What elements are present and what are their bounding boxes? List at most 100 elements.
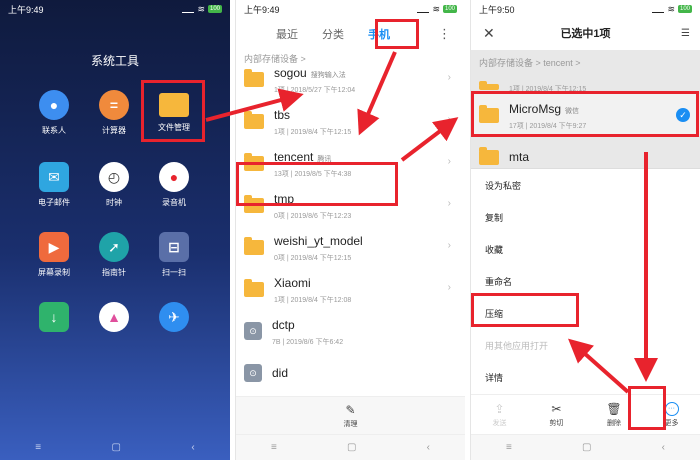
status-bar: 上午9:49 ≋ 100 bbox=[0, 0, 230, 18]
chevron-right-icon: › bbox=[447, 240, 451, 251]
battery-icon: 100 bbox=[207, 5, 222, 13]
list-item[interactable]: ⊙ dctp 7B | 2019/8/6 下午6:42 bbox=[236, 310, 465, 352]
clock-icon: ◴ bbox=[99, 162, 129, 192]
status-time: 上午9:49 bbox=[8, 4, 44, 15]
menu-item-set-private[interactable]: 设为私密 bbox=[471, 169, 700, 201]
menu-key-icon[interactable]: ≡ bbox=[271, 442, 277, 453]
app-calculator[interactable]: = 计算器 bbox=[84, 90, 144, 136]
folder-icon bbox=[244, 236, 264, 255]
menu-item-rename[interactable]: 重命名 bbox=[471, 265, 700, 297]
cut-button[interactable]: ✂ 剪切 bbox=[549, 402, 563, 428]
calculator-icon: = bbox=[99, 90, 129, 120]
wifi-icon: ≋ bbox=[667, 3, 675, 14]
bottom-toolbar: ✎ 清理 bbox=[236, 396, 465, 434]
signal-icon bbox=[182, 5, 195, 13]
battery-icon: 100 bbox=[442, 5, 457, 13]
battery-icon: 100 bbox=[677, 5, 692, 13]
tab-phone[interactable]: 手机 bbox=[368, 26, 390, 42]
file-icon: ⊙ bbox=[244, 364, 262, 382]
menu-item-copy[interactable]: 复制 bbox=[471, 201, 700, 233]
folder-icon bbox=[159, 93, 189, 117]
app-clock[interactable]: ◴ 时钟 bbox=[84, 162, 144, 208]
app-file-manager[interactable]: 文件管理 bbox=[144, 90, 204, 133]
mail-icon: ✉ bbox=[39, 162, 69, 192]
select-all-icon[interactable]: ☰ bbox=[681, 28, 690, 39]
tab-category[interactable]: 分类 bbox=[322, 26, 344, 42]
more-button[interactable]: ··· 更多 bbox=[664, 401, 679, 428]
list-item[interactable]: tbs 1项 | 2019/8/4 下午12:15 › bbox=[236, 100, 465, 142]
compass-icon: ➚ bbox=[99, 232, 129, 262]
chevron-right-icon: › bbox=[447, 114, 451, 125]
chevron-right-icon: › bbox=[447, 156, 451, 167]
menu-key-icon[interactable]: ≡ bbox=[506, 442, 512, 453]
phone-file-list: 上午9:49 ≋ 100 最近 分类 手机 ⋮ 内部存储设备 > sogou 搜狗… bbox=[235, 0, 465, 460]
menu-key-icon[interactable]: ≡ bbox=[35, 442, 41, 453]
trash-icon: 🗑 bbox=[606, 401, 622, 416]
home-key-icon[interactable]: ▢ bbox=[582, 442, 591, 453]
list-item-micromsg[interactable]: MicroMsg 微信 17项 | 2019/8/4 下午9:27 ✓ bbox=[471, 94, 700, 136]
selection-count: 已选中1项 bbox=[560, 28, 611, 40]
check-icon[interactable]: ✓ bbox=[676, 108, 690, 122]
back-key-icon[interactable]: ‹ bbox=[662, 442, 665, 453]
app-recorder[interactable]: ● 录音机 bbox=[144, 162, 204, 208]
folder-icon bbox=[244, 152, 264, 171]
app-email[interactable]: ✉ 电子邮件 bbox=[24, 162, 84, 208]
app-download[interactable]: ↓ bbox=[24, 302, 84, 332]
broom-icon: ✎ bbox=[345, 402, 356, 417]
home-key-icon[interactable]: ▢ bbox=[347, 442, 356, 453]
more-horiz-icon: ··· bbox=[664, 401, 679, 416]
menu-item-open-with: 用其他应用打开 bbox=[485, 340, 549, 351]
selection-header: ✕ 已选中1项 ☰ bbox=[471, 18, 700, 48]
status-bar: 上午9:49 ≋ 100 bbox=[236, 0, 465, 18]
app-flight[interactable]: ✈ bbox=[144, 302, 204, 332]
list-item[interactable]: ⊙ did bbox=[236, 352, 465, 394]
back-key-icon[interactable]: ‹ bbox=[427, 442, 430, 453]
menu-item-details[interactable]: 详情 bbox=[471, 361, 700, 393]
scan-icon: ⊟ bbox=[159, 232, 189, 262]
tab-recent[interactable]: 最近 bbox=[276, 26, 298, 42]
selection-toolbar: ⇪ 发送 ✂ 剪切 🗑 删除 ··· 更多 bbox=[471, 394, 700, 434]
status-bar: 上午9:50 ≋ 100 bbox=[471, 0, 700, 18]
nav-bar: ≡ ▢ ‹ bbox=[0, 434, 230, 460]
app-store-icon: ▲ bbox=[99, 302, 129, 332]
folder-title: 系统工具 bbox=[90, 54, 139, 68]
folder-icon bbox=[244, 194, 264, 213]
download-icon: ↓ bbox=[39, 302, 69, 332]
folder-icon bbox=[244, 278, 264, 297]
status-time: 上午9:50 bbox=[479, 4, 515, 15]
menu-item-compress[interactable]: 压缩 bbox=[471, 297, 700, 329]
phone-home-screen: 上午9:49 ≋ 100 系统工具 ● 联系人 = 计算器 文件管理 ✉ 电子邮… bbox=[0, 0, 230, 460]
list-item[interactable]: tmp 0项 | 2019/8/6 下午12:23 › bbox=[236, 184, 465, 226]
scissors-icon: ✂ bbox=[551, 401, 562, 416]
wifi-icon: ≋ bbox=[197, 3, 205, 14]
clean-button[interactable]: ✎ 清理 bbox=[344, 403, 358, 429]
list-item[interactable]: weishi_yt_model 0项 | 2019/8/4 下午12:15 › bbox=[236, 226, 465, 268]
status-time: 上午9:49 bbox=[244, 4, 280, 15]
list-item[interactable]: sogou 搜狗输入法 1项 | 2018/5/27 下午12:04 › bbox=[236, 58, 465, 100]
close-icon[interactable]: ✕ bbox=[483, 25, 495, 42]
app-contacts[interactable]: ● 联系人 bbox=[24, 90, 84, 136]
phone-selection-menu: 上午9:50 ≋ 100 ✕ 已选中1项 ☰ 内部存储设备 > tencent … bbox=[470, 0, 700, 460]
app-compass[interactable]: ➚ 指南针 bbox=[84, 232, 144, 278]
nav-bar: ≡ ▢ ‹ bbox=[471, 434, 700, 460]
home-key-icon[interactable]: ▢ bbox=[112, 442, 121, 453]
tab-bar: 最近 分类 手机 ⋮ bbox=[236, 18, 465, 50]
delete-button[interactable]: 🗑 删除 bbox=[606, 402, 621, 428]
recorder-icon: ● bbox=[159, 162, 189, 192]
person-icon: ● bbox=[39, 90, 69, 120]
list-item[interactable]: Xiaomi 1项 | 2019/8/4 下午12:08 › bbox=[236, 268, 465, 310]
chevron-right-icon: › bbox=[447, 72, 451, 83]
folder-icon bbox=[244, 110, 264, 129]
app-screen-record[interactable]: ▶ 屏幕录制 bbox=[24, 232, 84, 278]
more-vert-icon[interactable]: ⋮ bbox=[438, 26, 451, 42]
app-store[interactable]: ▲ bbox=[84, 302, 144, 332]
dimmed-file-list: 内部存储设备 > tencent > 1项 | 2019/8/4 下午12:15… bbox=[471, 50, 700, 168]
menu-item-favorite[interactable]: 收藏 bbox=[471, 233, 700, 265]
back-key-icon[interactable]: ‹ bbox=[191, 442, 194, 453]
list-item-tencent[interactable]: tencent 腾讯 13项 | 2019/8/5 下午4:38 › bbox=[236, 142, 465, 184]
send-button: ⇪ 发送 bbox=[492, 401, 507, 427]
file-list: sogou 搜狗输入法 1项 | 2018/5/27 下午12:04 › tbs … bbox=[236, 66, 465, 394]
signal-icon bbox=[652, 5, 665, 13]
share-icon: ⇪ bbox=[494, 401, 505, 416]
app-scan[interactable]: ⊟ 扫一扫 bbox=[144, 232, 204, 278]
